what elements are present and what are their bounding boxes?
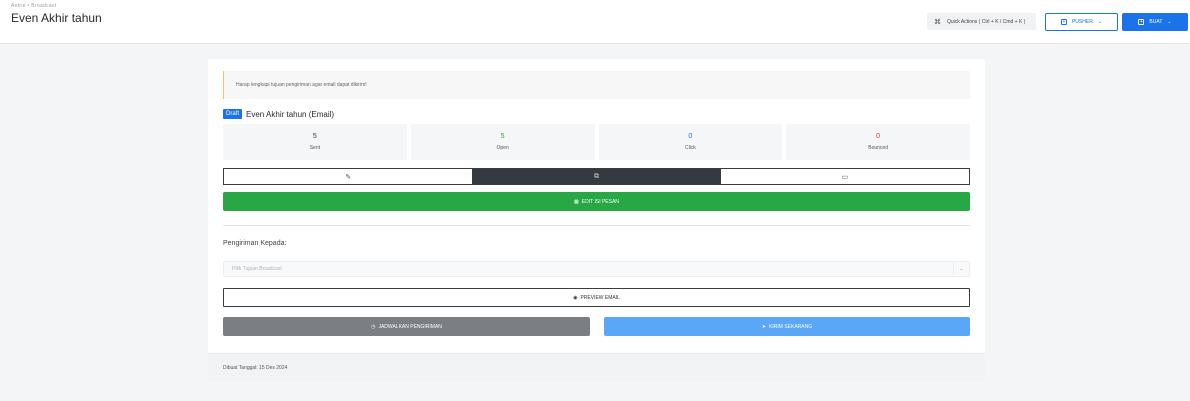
campaign-title: Even Akhir tahun (Email) — [246, 109, 335, 119]
stat-value: 5 — [500, 133, 505, 140]
plus-square-icon: + — [1138, 19, 1145, 25]
stat-open: 5 Open — [410, 124, 595, 160]
edit-message-button[interactable]: ▦ EDIT ISI PESAN — [223, 192, 970, 211]
tab-edit[interactable]: ✎ — [224, 169, 472, 184]
stat-bounced: 0 Bounced — [786, 124, 970, 160]
stats-row: 5 Sent 5 Open 0 Click 0 Bounced — [223, 124, 970, 160]
pusher-button[interactable]: + PUSHER ⌄ — [1045, 13, 1118, 31]
created-date: Dibuat Tanggal: 15 Des 2024 — [223, 365, 288, 371]
stat-label: Click — [684, 145, 696, 151]
recipient-placeholder: Pilih Tujuan Broadcast — [232, 266, 282, 272]
copy-icon: ⧉ — [593, 172, 599, 180]
view-tabs: ✎ ⧉ ▭ — [223, 168, 970, 185]
alert-text: Harap lengkapi tujuan pengiriman agar em… — [236, 82, 367, 88]
table-icon: ▦ — [574, 198, 579, 205]
send-now-label: KIRIM SEKARANG — [769, 323, 813, 330]
tab-copy[interactable]: ⧉ — [472, 169, 721, 184]
breadcrumb[interactable]: Antrie • Broadcast — [11, 3, 57, 9]
quick-actions-label: Quick Actions ( Ctrl + K / Cmd + K ) — [947, 18, 1026, 25]
plus-square-icon: + — [1060, 19, 1067, 25]
stat-label: Bounced — [868, 145, 888, 151]
tab-calendar[interactable]: ▭ — [721, 169, 969, 184]
page-title: Even Akhir tahun — [11, 11, 102, 25]
stat-value: 5 — [312, 133, 317, 140]
chevron-down-icon: ⌄ — [1167, 19, 1172, 25]
top-header: Antrie • Broadcast Even Akhir tahun ⌘ Qu… — [0, 0, 1190, 44]
chevron-down-icon[interactable]: ⌄ — [953, 262, 969, 276]
preview-email-button[interactable]: ◉ PREVIEW EMAIL — [223, 288, 970, 307]
edit-message-label: EDIT ISI PESAN — [581, 198, 619, 205]
stat-value: 0 — [688, 133, 693, 140]
stat-label: Sent — [309, 145, 321, 151]
stat-click: 0 Click — [598, 124, 783, 160]
schedule-button[interactable]: ◷ JADWALKAN PENGIRIMAN — [223, 317, 590, 336]
preview-email-label: PREVIEW EMAIL — [580, 294, 620, 301]
calendar-icon: ▭ — [841, 173, 849, 181]
recipient-select[interactable]: Pilih Tujuan Broadcast ⌄ — [223, 261, 970, 277]
stat-sent: 5 Sent — [223, 124, 407, 160]
divider — [223, 225, 970, 226]
stat-label: Open — [496, 145, 509, 151]
status-badge: Draft — [223, 109, 243, 119]
stat-value: 0 — [876, 133, 881, 140]
command-icon: ⌘ — [934, 18, 941, 26]
recipient-label: Pengiriman Kepada: — [223, 240, 287, 247]
card-footer: Dibuat Tanggal: 15 Des 2024 — [208, 353, 985, 382]
send-icon: ➤ — [761, 323, 767, 330]
edit-icon: ✎ — [345, 173, 352, 181]
campaign-header: Draft Even Akhir tahun (Email) — [223, 108, 334, 120]
clock-icon: ◷ — [371, 323, 376, 330]
buat-button[interactable]: + BUAT ⌄ — [1122, 13, 1188, 31]
schedule-label: JADWALKAN PENGIRIMAN — [378, 323, 442, 330]
chevron-down-icon: ⌄ — [1097, 19, 1103, 25]
quick-actions-button[interactable]: ⌘ Quick Actions ( Ctrl + K / Cmd + K ) — [927, 13, 1036, 30]
eye-icon: ◉ — [573, 294, 578, 301]
buat-label: BUAT — [1149, 19, 1163, 25]
warning-alert: Harap lengkapi tujuan pengiriman agar em… — [223, 71, 970, 99]
campaign-card: Harap lengkapi tujuan pengiriman agar em… — [208, 59, 985, 382]
pusher-label: PUSHER — [1071, 19, 1093, 25]
send-now-button[interactable]: ➤ KIRIM SEKARANG — [604, 317, 970, 336]
